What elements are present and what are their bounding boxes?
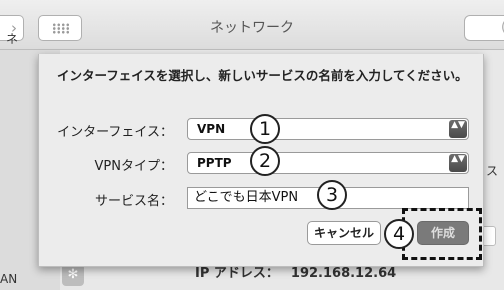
- service-list-label-partial: ネ: [6, 32, 19, 46]
- new-service-sheet: インターフェイスを選択し、新しいサービスの名前を入力してください。 インターフェ…: [38, 54, 484, 267]
- sheet-prompt: インターフェイスを選択し、新しいサービスの名前を入力してください。: [57, 68, 468, 83]
- callout-3: 3: [317, 180, 347, 210]
- service-name-label: サービス名：: [94, 194, 173, 209]
- vpn-type-value: PPTP: [197, 156, 232, 170]
- callout-1: 1: [250, 114, 280, 144]
- vpn-type-label: VPNタイプ：: [94, 159, 173, 174]
- service-list-item-partial[interactable]: AN: [0, 272, 17, 286]
- vpn-type-popup[interactable]: PPTP ▲▼: [187, 152, 469, 174]
- interface-label: インターフェイス：: [57, 125, 173, 140]
- popup-arrows-icon: ▲▼: [449, 154, 467, 172]
- ip-address-label: IP アドレス：: [195, 266, 279, 281]
- status-label-partial: ス: [486, 164, 499, 178]
- network-preferences-window: › ネットワーク ( ネ AN ✻ ス IP アドレス： 192.168.12.6…: [0, 0, 504, 290]
- window-title: ネットワーク: [210, 20, 294, 36]
- bluetooth-icon: ✻: [62, 264, 84, 286]
- title-bar: › ネットワーク (: [0, 0, 504, 50]
- search-field[interactable]: (: [464, 15, 504, 41]
- cancel-button[interactable]: キャンセル: [307, 221, 381, 245]
- create-button[interactable]: 作成: [417, 221, 469, 245]
- callout-2: 2: [250, 146, 280, 176]
- popup-arrows-icon: ▲▼: [449, 120, 467, 138]
- interface-popup[interactable]: VPN ▲▼: [187, 118, 469, 140]
- ip-address-value: 192.168.12.64: [290, 266, 397, 281]
- interface-value: VPN: [197, 122, 226, 136]
- callout-4: 4: [384, 219, 414, 249]
